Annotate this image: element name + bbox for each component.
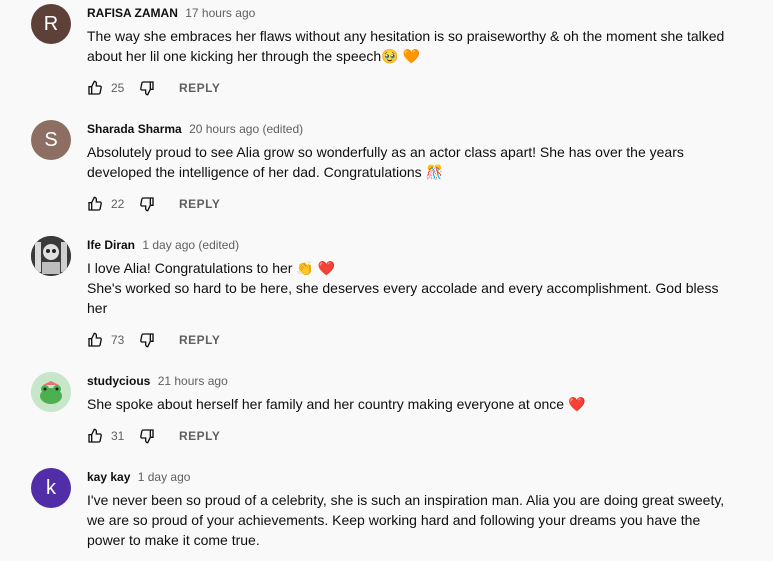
timestamp[interactable]: 1 day ago (138, 470, 191, 484)
reply-button[interactable]: REPLY (179, 429, 220, 443)
comment-text: Absolutely proud to see Alia grow so won… (87, 142, 737, 182)
timestamp[interactable]: 1 day ago (edited) (142, 238, 239, 252)
comment-text: I love Alia! Congratulations to her 👏 ❤️… (87, 258, 737, 318)
comment-text: I've never been so proud of a celebrity,… (87, 490, 737, 550)
reply-button[interactable]: REPLY (179, 81, 220, 95)
timestamp[interactable]: 20 hours ago (edited) (189, 122, 303, 136)
comment-text: The way she embraces her flaws without a… (87, 26, 737, 66)
comment-meta: RAFISA ZAMAN 17 hours ago (87, 4, 737, 22)
comment-body: Sharada Sharma 20 hours ago (edited) Abs… (87, 120, 737, 182)
avatar[interactable] (31, 236, 71, 276)
thumbs-down-icon[interactable] (139, 332, 155, 348)
comment-line: I've never been so proud of a celebrity,… (87, 492, 725, 548)
comment-actions: 25 REPLY (87, 76, 220, 100)
thumbs-down-icon[interactable] (139, 80, 155, 96)
author-name[interactable]: studycious (87, 374, 150, 388)
comment-meta: kay kay 1 day ago (87, 468, 737, 486)
comment-line: She spoke about herself her family and h… (87, 396, 586, 412)
thumbs-down-icon[interactable] (139, 428, 155, 444)
thumbs-up-icon[interactable] (87, 332, 103, 348)
author-name[interactable]: kay kay (87, 470, 130, 484)
author-name[interactable]: Ife Diran (87, 238, 135, 252)
author-name[interactable]: Sharada Sharma (87, 122, 182, 136)
comment-line: She's worked so hard to be here, she des… (87, 280, 719, 316)
comment-line: The way she embraces her flaws without a… (87, 28, 725, 64)
comment-meta: studycious 21 hours ago (87, 372, 737, 390)
comment-text: She spoke about herself her family and h… (87, 394, 737, 414)
comment-body: kay kay 1 day ago I've never been so pro… (87, 468, 737, 550)
frog-avatar-icon (31, 372, 71, 412)
comment-actions: 31 REPLY (87, 424, 220, 448)
like-count: 25 (111, 81, 125, 95)
comment-body: RAFISA ZAMAN 17 hours ago The way she em… (87, 4, 737, 66)
comment-actions: 22 REPLY (87, 192, 220, 216)
reply-button[interactable]: REPLY (179, 197, 220, 211)
like-count: 22 (111, 197, 125, 211)
avatar[interactable] (31, 372, 71, 412)
timestamp[interactable]: 17 hours ago (185, 6, 255, 20)
comment-actions: 73 REPLY (87, 328, 220, 352)
like-count: 73 (111, 333, 125, 347)
reply-button[interactable]: REPLY (179, 333, 220, 347)
thumbs-down-icon[interactable] (139, 196, 155, 212)
thumbs-up-icon[interactable] (87, 196, 103, 212)
avatar[interactable]: R (31, 4, 71, 44)
comment-line: Absolutely proud to see Alia grow so won… (87, 144, 684, 180)
comment-body: Ife Diran 1 day ago (edited) I love Alia… (87, 236, 737, 318)
avatar[interactable]: S (31, 120, 71, 160)
comment-line: I love Alia! Congratulations to her 👏 ❤️ (87, 260, 336, 276)
thumbs-up-icon[interactable] (87, 80, 103, 96)
comment-body: studycious 21 hours ago She spoke about … (87, 372, 737, 414)
timestamp[interactable]: 21 hours ago (158, 374, 228, 388)
thumbs-up-icon[interactable] (87, 428, 103, 444)
author-name[interactable]: RAFISA ZAMAN (87, 6, 178, 20)
comment-meta: Ife Diran 1 day ago (edited) (87, 236, 737, 254)
comment-meta: Sharada Sharma 20 hours ago (edited) (87, 120, 737, 138)
avatar[interactable]: k (31, 468, 71, 508)
like-count: 31 (111, 429, 125, 443)
avatar-photo-icon (31, 236, 71, 276)
